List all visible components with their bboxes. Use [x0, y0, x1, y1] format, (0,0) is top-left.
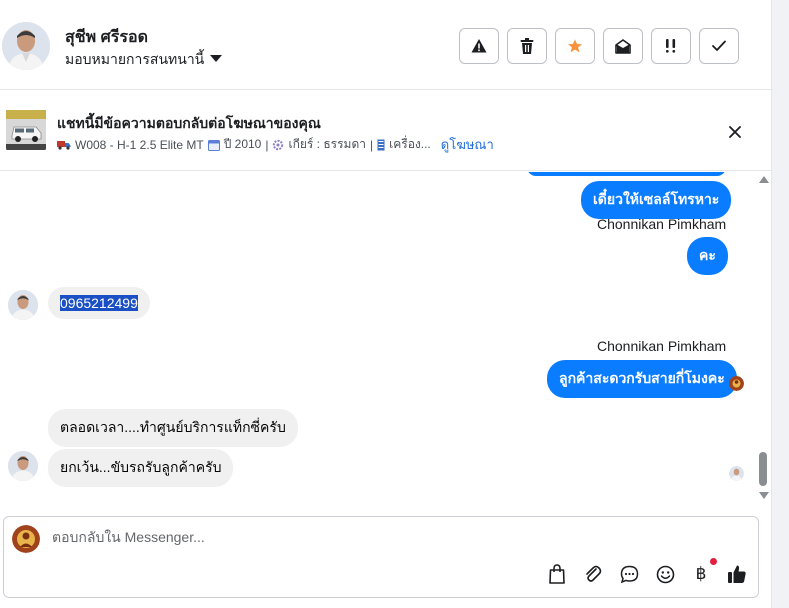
delete-button[interactable] — [507, 28, 547, 64]
smiley-icon — [656, 565, 674, 583]
sender-name: Chonnikan Pimkham — [597, 216, 727, 232]
message-bubble-out[interactable]: คะ — [687, 237, 728, 275]
mark-unread-button[interactable] — [603, 28, 643, 64]
sender-name: Chonnikan Pimkham — [597, 338, 727, 354]
page-avatar — [12, 525, 40, 553]
scroll-up-arrow-icon[interactable] — [759, 176, 769, 183]
attach-button[interactable] — [582, 563, 604, 585]
close-banner-button[interactable] — [724, 121, 746, 143]
assign-label: มอบหมายการสนทนานี้ — [65, 51, 205, 67]
paperclip-icon — [586, 565, 602, 582]
chevron-down-icon — [210, 55, 223, 62]
shopping-bag-icon — [549, 564, 565, 584]
ad-gear: เกียร์ : ธรรมดา — [288, 137, 366, 151]
right-rail — [771, 0, 789, 608]
saved-replies-button[interactable] — [618, 563, 640, 585]
ad-thumbnail[interactable] — [6, 110, 46, 150]
gear-icon — [273, 139, 284, 150]
conversation-toolbar — [459, 28, 739, 64]
message-bubble-out[interactable]: ลูกค้าสะดวกรับสายกี่โมงคะ — [547, 360, 737, 398]
engine-icon — [377, 139, 385, 150]
chat-bubble-icon — [620, 565, 638, 583]
scroll-down-arrow-icon[interactable] — [759, 492, 769, 499]
truck-icon — [57, 140, 71, 150]
view-ad-link[interactable]: ดูโฆษณา — [441, 134, 494, 155]
warning-icon — [471, 39, 487, 53]
assign-conversation-dropdown[interactable]: มอบหมายการสนทนานี้ — [65, 49, 223, 71]
message-input[interactable] — [52, 529, 652, 545]
emoji-button[interactable] — [654, 563, 676, 585]
message-bubble-in[interactable]: ยกเว้น...ขับรถรับลูกค้าครับ — [48, 449, 234, 487]
message-bubble-in[interactable]: 0965212499 — [48, 287, 150, 319]
trash-icon — [520, 38, 534, 54]
message-bubble-in[interactable]: ตลอดเวลา....ทำศูนย์บริการแท็กซี่ครับ — [48, 409, 298, 447]
ad-reply-banner: แชทนี้มีข้อความตอบกลับต่อโฆษณาของคุณ W00… — [0, 91, 771, 171]
ad-year: ปี 2010 — [223, 137, 262, 151]
star-button[interactable] — [555, 28, 595, 64]
read-receipt-avatar — [729, 466, 744, 481]
ad-engine: เครื่อง... — [389, 137, 431, 151]
message-text-selected: 0965212499 — [60, 295, 138, 311]
baht-icon: ฿ — [695, 564, 707, 583]
thread-scrollbar[interactable] — [757, 172, 771, 508]
message-bubble-out[interactable]: เดี๋ยวให้เซลล์โทรหาะ — [581, 181, 732, 219]
banner-title: แชทนี้มีข้อความตอบกลับต่อโฆษณาของคุณ — [57, 115, 321, 131]
scrollbar-thumb[interactable] — [759, 452, 767, 486]
contact-avatar-small[interactable] — [8, 290, 38, 320]
close-icon — [729, 126, 741, 138]
contact-avatar-small[interactable] — [8, 451, 38, 481]
ad-listing: W008 - H-1 2.5 Elite MT — [75, 137, 204, 152]
shop-button[interactable] — [546, 563, 568, 585]
calendar-icon — [207, 139, 220, 151]
contact-avatar[interactable] — [2, 22, 50, 70]
message-thread: เดี๋ยวให้เซลล์โทรหาะ Chonnikan Pimkham ค… — [0, 172, 760, 508]
composer-tools: ฿ — [546, 558, 748, 585]
thumbs-up-icon — [728, 565, 746, 583]
follow-up-icon — [666, 39, 676, 53]
mark-done-button[interactable] — [699, 28, 739, 64]
report-button[interactable] — [459, 28, 499, 64]
seen-avatar — [729, 376, 744, 391]
mail-open-icon — [615, 39, 631, 54]
conversation-header: สุชีพ ศรีรอด มอบหมายการสนทนานี้ — [0, 0, 771, 90]
reply-composer: ฿ — [3, 516, 759, 598]
contact-name[interactable]: สุชีพ ศรีรอด — [65, 25, 148, 50]
star-icon — [568, 39, 582, 53]
separator: | — [265, 137, 269, 152]
message-bubble-out-partial[interactable] — [527, 172, 726, 176]
payment-button[interactable]: ฿ — [690, 558, 717, 585]
ad-details: W008 - H-1 2.5 Elite MT ปี 2010 | เกียร์… — [57, 134, 494, 155]
separator: | — [370, 137, 374, 152]
check-icon — [712, 40, 726, 51]
like-button[interactable] — [726, 563, 748, 585]
follow-up-button[interactable] — [651, 28, 691, 64]
notification-dot — [710, 558, 717, 565]
